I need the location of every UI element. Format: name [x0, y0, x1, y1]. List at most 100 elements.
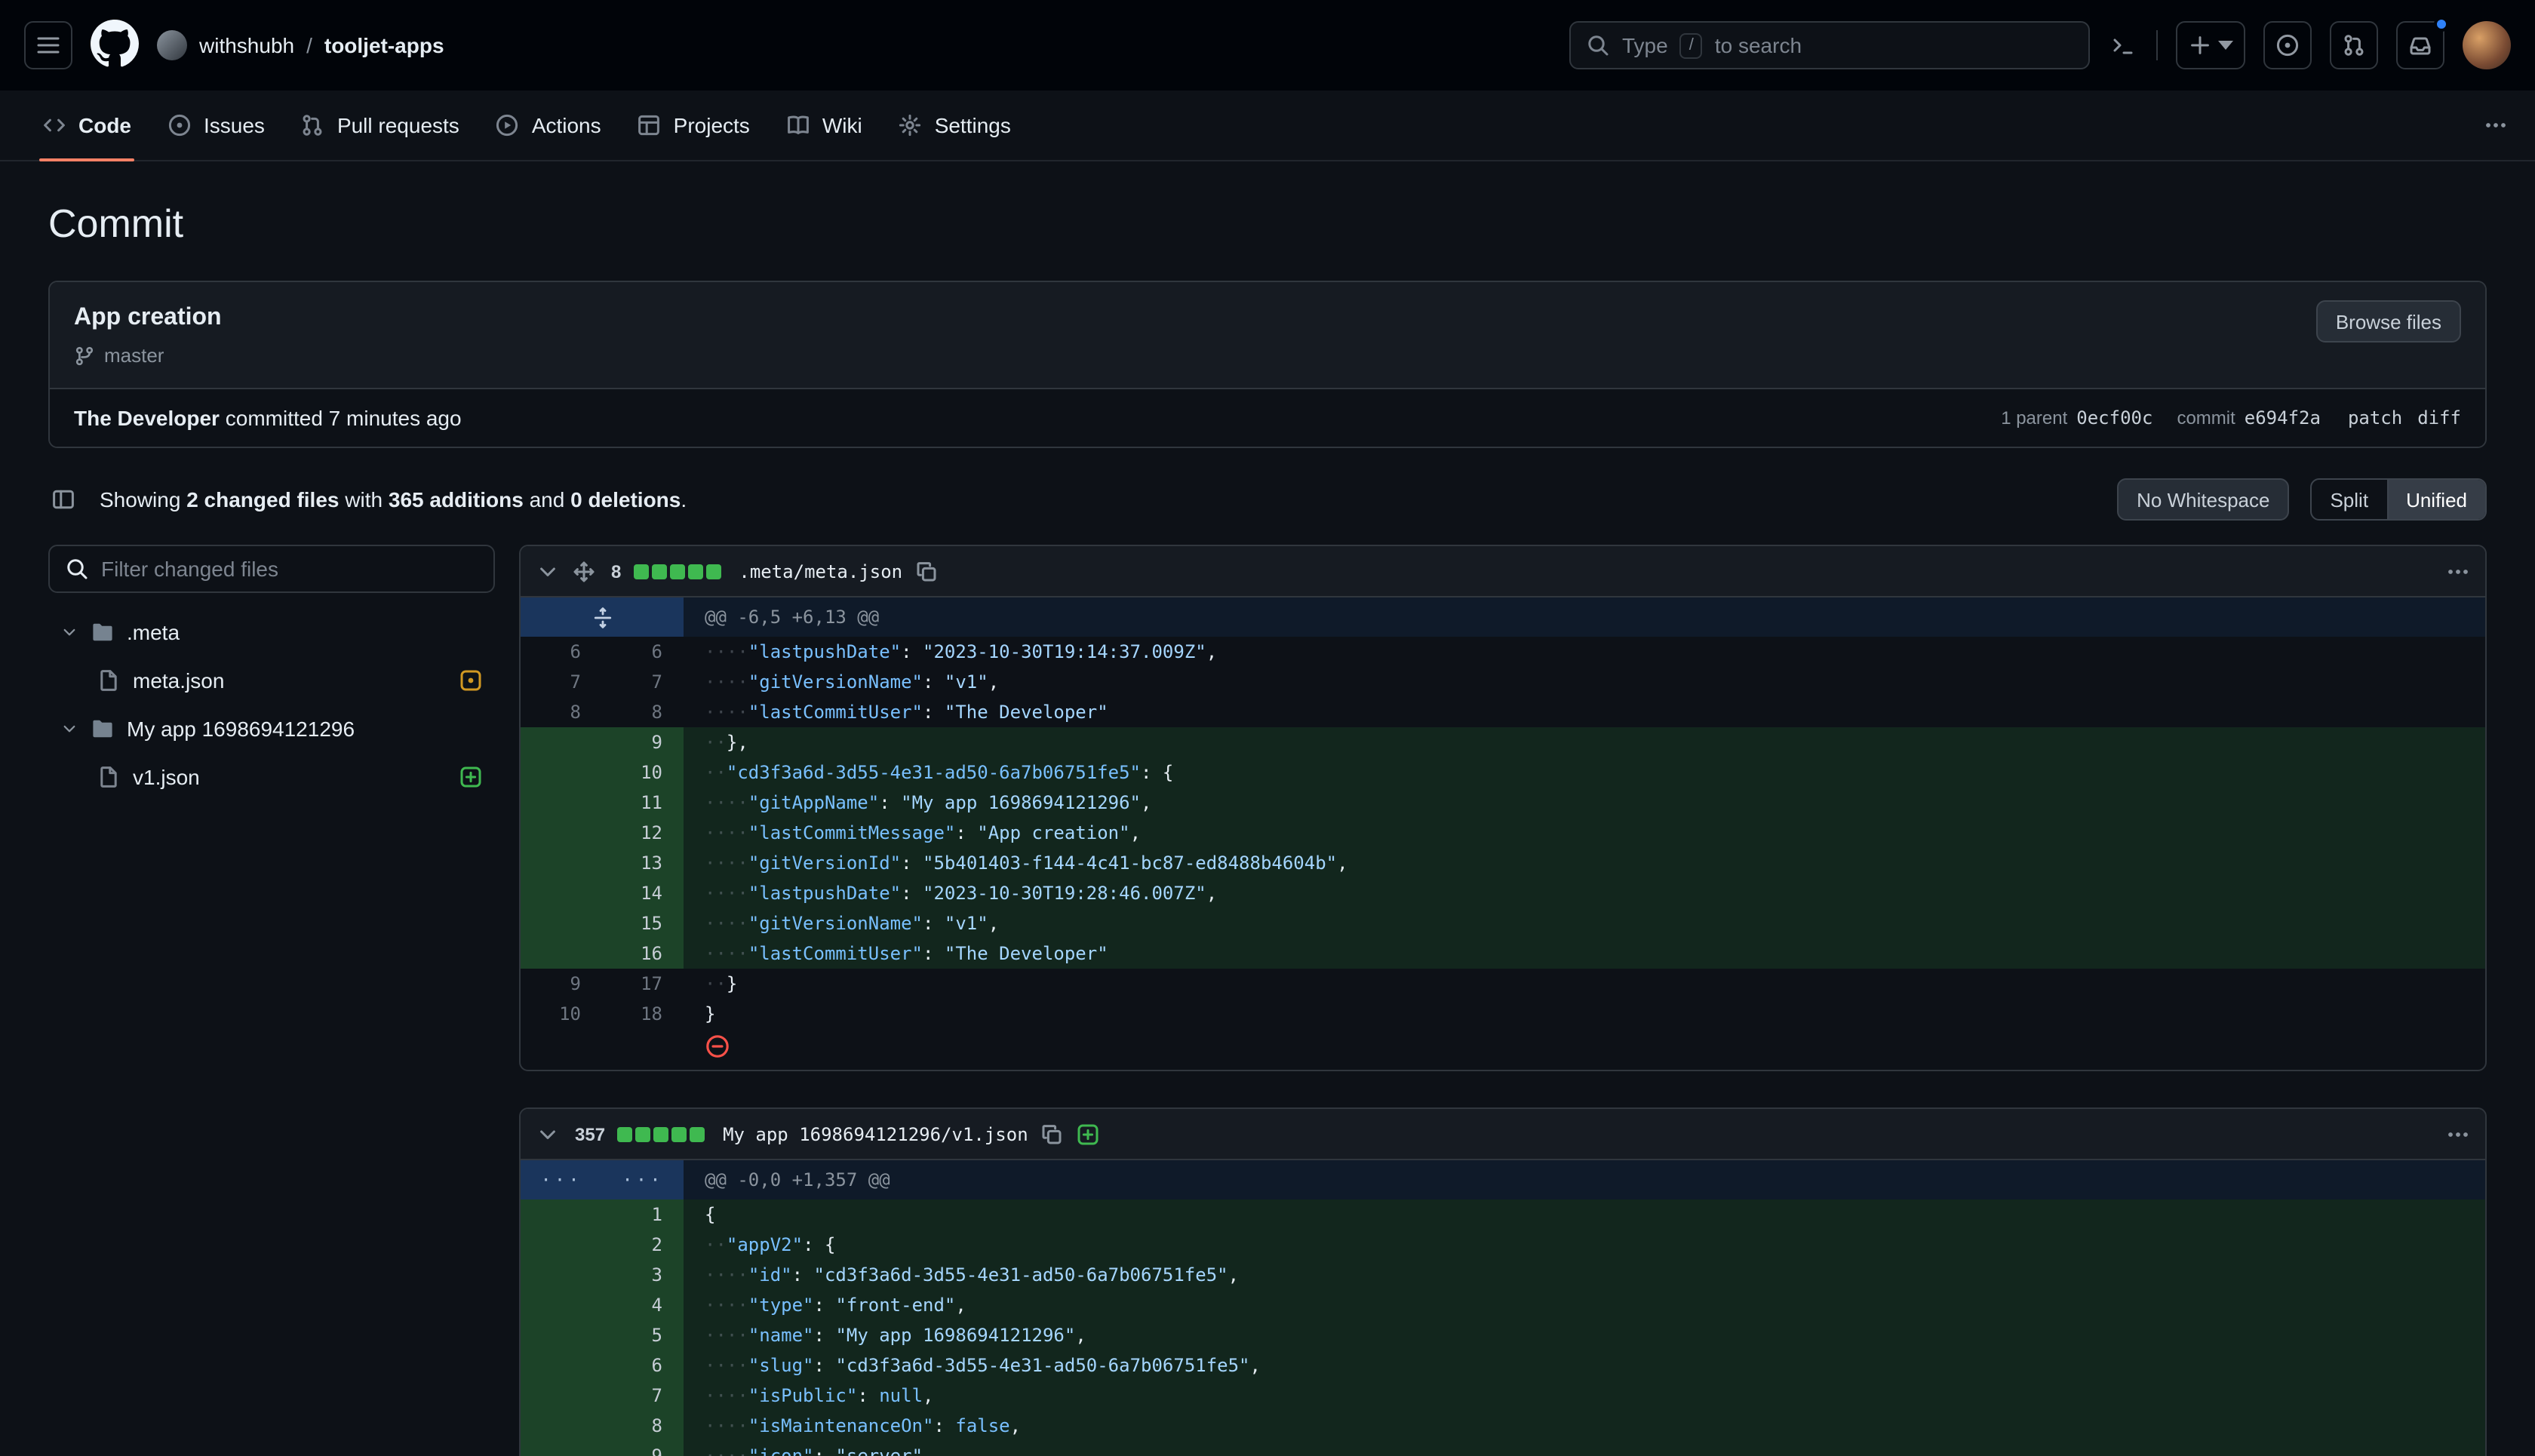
- additions-count: 8: [611, 561, 621, 582]
- caret-down-icon: [2218, 41, 2233, 50]
- browse-files-button[interactable]: Browse files: [2316, 300, 2461, 342]
- diff-line: 12····"lastCommitMessage": "App creation…: [521, 818, 2485, 848]
- command-palette-button[interactable]: [2108, 30, 2138, 60]
- command-palette-icon: [2111, 33, 2135, 57]
- file-icon: [97, 765, 121, 789]
- chevron-down-icon: [60, 720, 78, 738]
- diff-line: 1{: [521, 1200, 2485, 1230]
- copy-path-icon[interactable]: [1040, 1122, 1065, 1146]
- search-placeholder-prefix: Type: [1622, 33, 1668, 57]
- plus-icon: [2188, 33, 2212, 57]
- code-segment: "type": [748, 1295, 814, 1316]
- hunk-gutter: ······: [521, 1160, 684, 1200]
- commit-sha[interactable]: e694f2a: [2245, 403, 2321, 433]
- global-search-input[interactable]: Type / to search: [1569, 21, 2090, 69]
- global-header: withshubh / tooljet-apps Type / to searc…: [0, 0, 2535, 91]
- issue-opened-icon: [2275, 33, 2300, 57]
- code-line: ··"appV2": {: [684, 1230, 2485, 1260]
- pull-requests-dashboard-button[interactable]: [2330, 21, 2378, 69]
- commit-meta: 1 parent 0ecf00c commit e694f2a patch di…: [2001, 403, 2461, 433]
- tab-projects[interactable]: Projects: [619, 91, 768, 160]
- expand-hunk-icon[interactable]: [591, 606, 613, 628]
- whitespace-toggle-button[interactable]: No Whitespace: [2117, 478, 2289, 521]
- drag-handle-icon[interactable]: [572, 559, 596, 583]
- github-home-link[interactable]: [91, 19, 139, 72]
- code-segment: ····: [705, 641, 748, 662]
- diff-line: 88····"lastCommitUser": "The Developer": [521, 697, 2485, 727]
- changed-files-count: 2 changed files: [186, 487, 339, 511]
- code-segment: "appV2": [727, 1234, 803, 1255]
- code-segment: {: [705, 1204, 715, 1225]
- code-segment: ····: [705, 1295, 748, 1316]
- tree-item-meta-json[interactable]: meta.json: [48, 656, 495, 705]
- code-segment: ····: [705, 1325, 748, 1346]
- code-segment: :: [857, 1385, 879, 1406]
- collapse-file-icon[interactable]: [536, 559, 560, 583]
- new-line-number: 3: [602, 1260, 684, 1290]
- new-line-number: 6: [602, 637, 684, 667]
- tree-item-meta[interactable]: .meta: [48, 608, 495, 656]
- parent-sha-link[interactable]: 0ecf00c: [2076, 403, 2152, 433]
- breadcrumb-owner-link[interactable]: withshubh: [199, 33, 294, 57]
- old-line-number: 6: [521, 637, 602, 667]
- tree-item-label: meta.json: [133, 668, 224, 693]
- split-view-button[interactable]: Split: [2312, 480, 2386, 519]
- tab-code[interactable]: Code: [24, 91, 149, 160]
- code-segment: null: [879, 1385, 923, 1406]
- user-avatar[interactable]: [2463, 21, 2511, 69]
- breadcrumb-repo-link[interactable]: tooljet-apps: [324, 33, 444, 57]
- tab-issues[interactable]: Issues: [149, 91, 283, 160]
- no-newline-row: [521, 1029, 2485, 1070]
- file-options-icon[interactable]: [2446, 559, 2470, 583]
- collapse-file-icon[interactable]: [536, 1122, 560, 1146]
- diff-line: 8····"isMaintenanceOn": false,: [521, 1411, 2485, 1441]
- filter-changed-files-input[interactable]: Filter changed files: [48, 545, 495, 593]
- new-line-number: 17: [602, 969, 684, 999]
- chevron-down-icon: [60, 623, 78, 641]
- diff-line: 3····"id": "cd3f3a6d-3d55-4e31-ad50-6a7b…: [521, 1260, 2485, 1290]
- file-options-icon[interactable]: [2446, 1122, 2470, 1146]
- hunk-header-text: @@ -6,5 +6,13 @@: [684, 597, 2485, 637]
- three-bars-icon: [36, 33, 60, 57]
- create-new-button[interactable]: [2176, 21, 2245, 69]
- tree-item-v1-json[interactable]: v1.json: [48, 753, 495, 801]
- hunk-header-text: @@ -0,0 +1,357 @@: [684, 1160, 2485, 1200]
- code-line: ····"lastpushDate": "2023-10-30T19:28:46…: [684, 878, 2485, 908]
- tab-actions[interactable]: Actions: [478, 91, 619, 160]
- toggle-file-tree-button[interactable]: [48, 484, 78, 515]
- old-line-number: 7: [521, 667, 602, 697]
- code-segment: ····: [705, 1445, 748, 1456]
- diffstat-block: [687, 564, 702, 579]
- diffstat-block: [635, 1126, 650, 1141]
- unified-view-button[interactable]: Unified: [2386, 480, 2485, 519]
- old-line-number: [521, 848, 602, 878]
- code-segment: "2023-10-30T19:28:46.007Z": [923, 883, 1206, 904]
- tree-item-my-app-1698694121296[interactable]: My app 1698694121296: [48, 705, 495, 753]
- new-line-number: 13: [602, 848, 684, 878]
- nav-overflow-button[interactable]: [2481, 110, 2511, 140]
- code-segment: ,: [1206, 883, 1217, 904]
- tree-item-label: v1.json: [133, 765, 200, 789]
- inbox-icon: [2408, 33, 2432, 57]
- copy-path-icon[interactable]: [914, 559, 939, 583]
- diff-added-icon: [459, 765, 483, 789]
- code-segment: ,: [923, 1445, 933, 1456]
- tab-wiki[interactable]: Wiki: [768, 91, 880, 160]
- diff-file-header: 8.meta/meta.json: [521, 546, 2485, 597]
- tab-settings[interactable]: Settings: [880, 91, 1029, 160]
- code-segment: "2023-10-30T19:14:37.009Z": [923, 641, 1206, 662]
- tab-label: Actions: [532, 113, 601, 137]
- filter-placeholder: Filter changed files: [101, 557, 278, 581]
- tab-pull-requests[interactable]: Pull requests: [283, 91, 478, 160]
- global-nav-menu-button[interactable]: [24, 21, 72, 69]
- old-line-number: [521, 788, 602, 818]
- issues-dashboard-button[interactable]: [2263, 21, 2312, 69]
- new-line-number: 8: [602, 697, 684, 727]
- summary-word: and: [530, 487, 565, 511]
- patch-link[interactable]: patch: [2348, 403, 2402, 433]
- notifications-button[interactable]: [2396, 21, 2444, 69]
- new-line-number: 2: [602, 1230, 684, 1260]
- code-segment: "cd3f3a6d-3d55-4e31-ad50-6a7b06751fe5": [814, 1264, 1228, 1286]
- code-icon: [42, 113, 66, 137]
- diff-link[interactable]: diff: [2417, 403, 2461, 433]
